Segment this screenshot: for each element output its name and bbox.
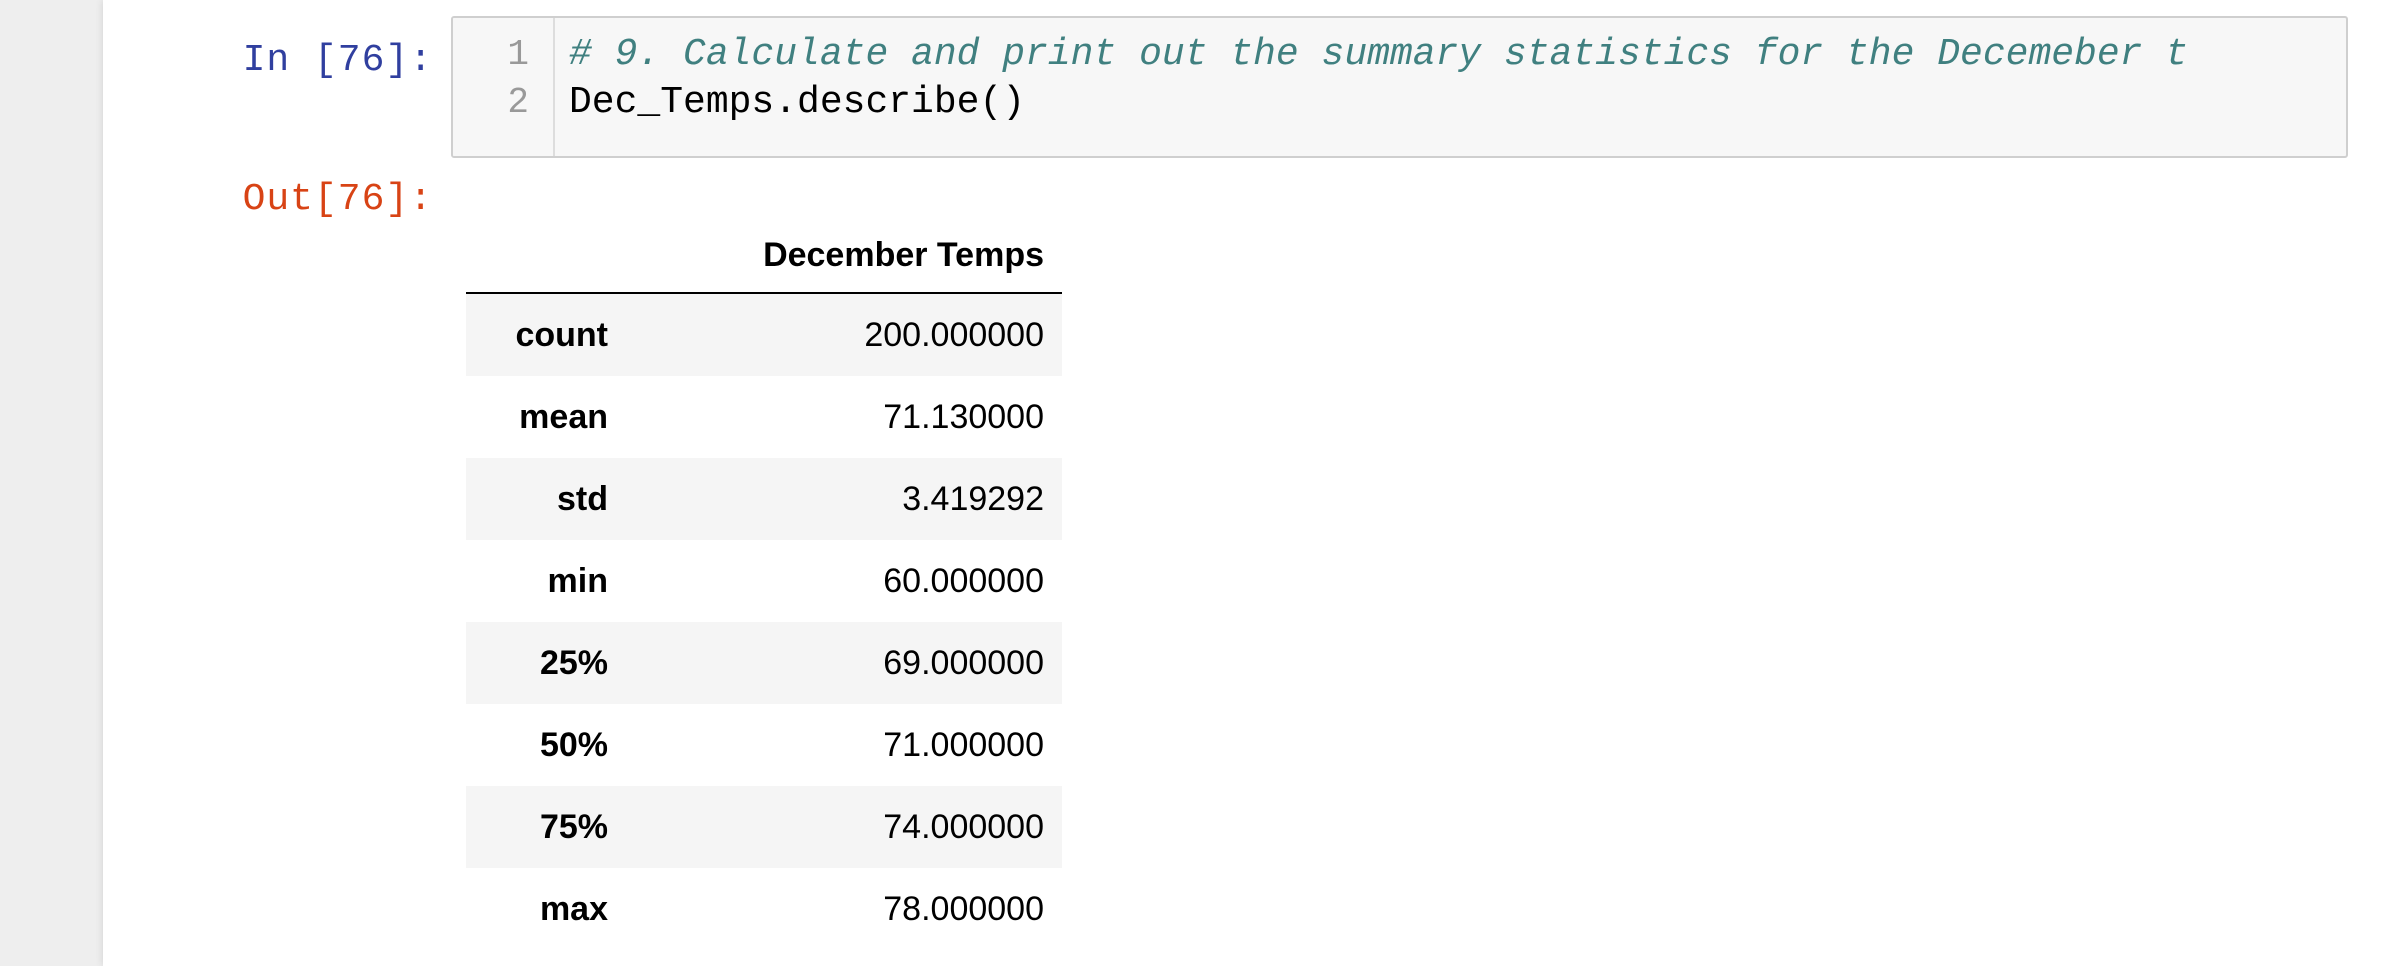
code-input-area[interactable]: 1 2 # 9. Calculate and print out the sum… <box>451 16 2348 158</box>
row-value: 71.130000 <box>883 397 1044 436</box>
table-row: 25% 69.000000 <box>466 622 1062 704</box>
line-number-gutter: 1 2 <box>453 18 555 156</box>
line-number: 1 <box>507 34 529 75</box>
row-value: 200.000000 <box>864 315 1044 354</box>
code-line[interactable]: Dec_Temps.describe() <box>569 79 1025 127</box>
row-value: 69.000000 <box>883 643 1044 682</box>
table-header-row: December Temps <box>466 218 1062 294</box>
code-comment-line[interactable]: # 9. Calculate and print out the summary… <box>569 31 2188 79</box>
row-value: 3.419292 <box>902 479 1044 518</box>
line-number: 2 <box>507 82 529 123</box>
row-value: 60.000000 <box>883 561 1044 600</box>
input-prompt: In [76]: <box>242 39 433 82</box>
row-value: 71.000000 <box>883 725 1044 764</box>
table-row: mean 71.130000 <box>466 376 1062 458</box>
notebook-page: In [76]: 1 2 # 9. Calculate and print ou… <box>103 0 2402 966</box>
output-prompt: Out[76]: <box>242 178 433 221</box>
table-row: 75% 74.000000 <box>466 786 1062 868</box>
row-label: max <box>539 889 608 928</box>
table-row: min 60.000000 <box>466 540 1062 622</box>
row-value: 74.000000 <box>883 807 1044 846</box>
row-label: 25% <box>539 643 608 682</box>
table-row: count 200.000000 <box>466 293 1062 376</box>
row-value: 78.000000 <box>883 889 1044 928</box>
row-label: mean <box>519 397 608 436</box>
table-row: std 3.419292 <box>466 458 1062 540</box>
row-label: 50% <box>539 725 608 764</box>
column-header: December Temps <box>626 218 1062 294</box>
row-label: min <box>547 561 608 600</box>
table-corner-cell <box>466 218 626 294</box>
row-label: std <box>557 479 608 518</box>
table-row: max 78.000000 <box>466 868 1062 950</box>
dataframe-table: December Temps count 200.000000 mean 71.… <box>466 218 1062 950</box>
row-label: count <box>515 315 608 354</box>
table-row: 50% 71.000000 <box>466 704 1062 786</box>
row-label: 75% <box>539 807 608 846</box>
